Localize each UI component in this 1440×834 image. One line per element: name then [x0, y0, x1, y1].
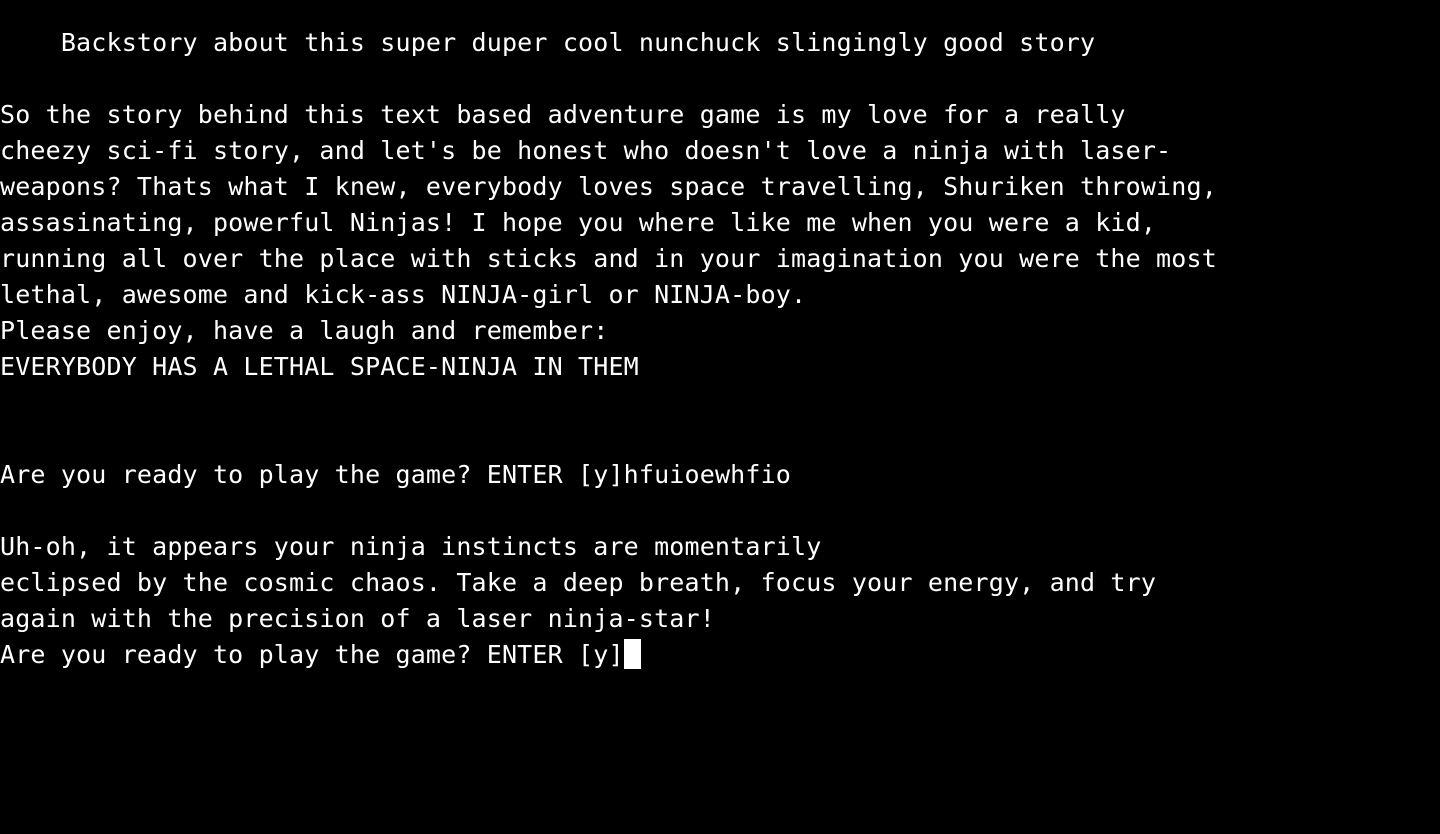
story-line: Please enjoy, have a laugh and remember:: [0, 316, 609, 345]
story-line: lethal, awesome and kick-ass NINJA-girl …: [0, 280, 807, 309]
error-line: eclipsed by the cosmic chaos. Take a dee…: [0, 568, 1157, 597]
text-cursor[interactable]: [623, 639, 641, 669]
story-line: weapons? Thats what I knew, everybody lo…: [0, 172, 1217, 201]
current-prompt-text: Are you ready to play the game? ENTER [y…: [0, 640, 624, 669]
error-line: again with the precision of a laser ninj…: [0, 604, 715, 633]
previous-prompt-text: Are you ready to play the game? ENTER [y…: [0, 460, 624, 489]
story-line: EVERYBODY HAS A LETHAL SPACE-NINJA IN TH…: [0, 352, 639, 381]
error-line: Uh-oh, it appears your ninja instincts a…: [0, 532, 822, 561]
story-line: running all over the place with sticks a…: [0, 244, 1217, 273]
current-prompt-line[interactable]: Are you ready to play the game? ENTER [y…: [0, 637, 1440, 673]
terminal-window[interactable]: Backstory about this super duper cool nu…: [0, 0, 1440, 834]
previous-prompt-line: Are you ready to play the game? ENTER [y…: [0, 457, 1440, 493]
story-line: So the story behind this text based adve…: [0, 100, 1126, 129]
error-message: Uh-oh, it appears your ninja instincts a…: [0, 529, 1440, 637]
backstory-title: Backstory about this super duper cool nu…: [0, 28, 1096, 57]
story-text: So the story behind this text based adve…: [0, 97, 1440, 385]
story-line: cheezy sci-fi story, and let's be honest…: [0, 136, 1172, 165]
story-line: assasinating, powerful Ninjas! I hope yo…: [0, 208, 1157, 237]
previous-user-input: hfuioewhfio: [623, 460, 791, 489]
